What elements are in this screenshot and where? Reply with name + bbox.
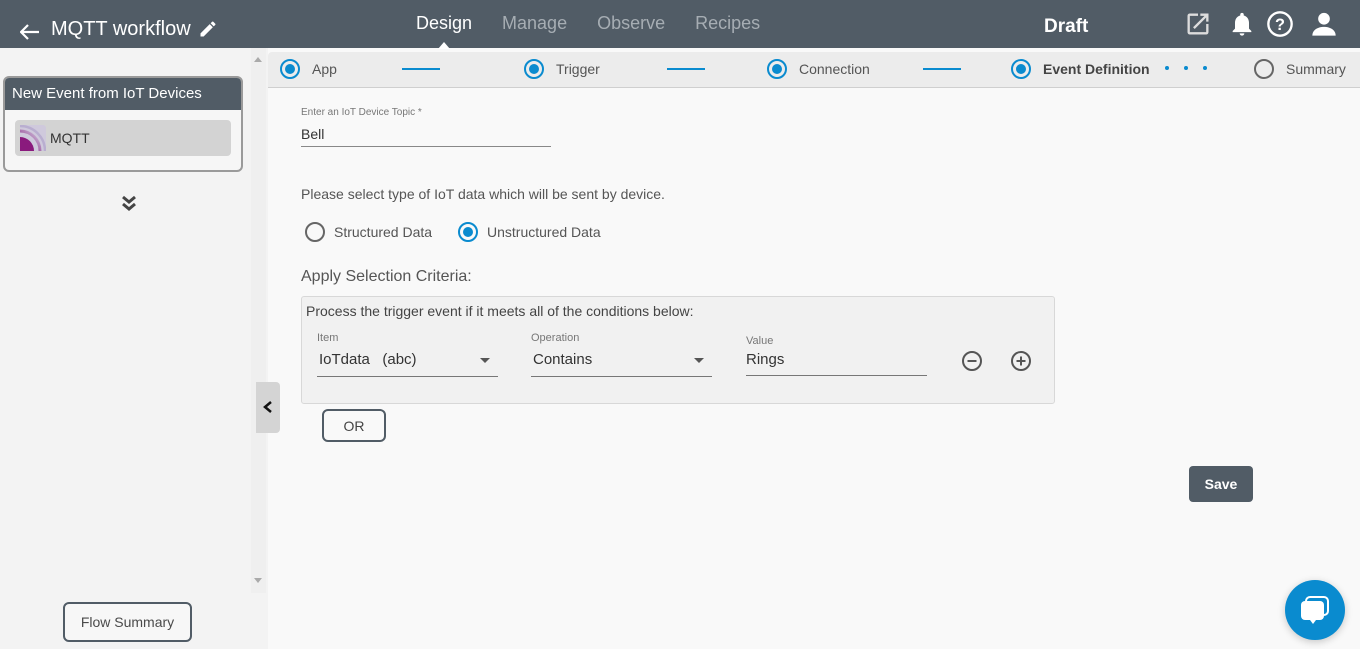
step-label: App (312, 61, 337, 77)
step-connector (402, 68, 440, 70)
nav-recipes[interactable]: Recipes (695, 13, 760, 34)
back-arrow-icon[interactable] (20, 24, 40, 40)
criteria-description: Process the trigger event if it meets al… (306, 303, 694, 319)
step-connection[interactable]: Connection (767, 59, 870, 79)
topic-field-label: Enter an IoT Device Topic * (301, 107, 422, 118)
operation-select-value: Contains (533, 351, 593, 368)
external-link-icon[interactable] (1184, 10, 1212, 38)
criteria-title: Apply Selection Criteria: (301, 268, 472, 285)
criteria-group: Process the trigger event if it meets al… (301, 296, 1055, 404)
sidebar-scrollbar[interactable] (251, 48, 266, 593)
step-done-icon (767, 59, 787, 79)
step-pending-connector (1165, 66, 1207, 70)
flow-summary-button[interactable]: Flow Summary (63, 602, 192, 642)
step-label: Trigger (556, 61, 600, 77)
data-type-prompt: Please select type of IoT data which wil… (301, 186, 665, 202)
step-pending-icon (1254, 59, 1274, 79)
svg-text:?: ? (1275, 16, 1285, 34)
top-bar: MQTT workflow Design Manage Observe Reci… (0, 0, 1360, 49)
bell-icon[interactable] (1228, 10, 1256, 38)
step-done-icon (524, 59, 544, 79)
trigger-card-title: New Event from IoT Devices (5, 78, 241, 110)
step-trigger[interactable]: Trigger (524, 59, 600, 79)
user-avatar-icon[interactable] (1310, 10, 1338, 38)
progress-stepper: App Trigger Connection Event Definition … (268, 52, 1360, 88)
remove-condition-icon[interactable] (961, 350, 983, 372)
value-input[interactable] (746, 344, 927, 376)
or-button[interactable]: OR (322, 409, 386, 442)
item-select-value: IoTdata (abc) (319, 351, 417, 368)
nav-design[interactable]: Design (416, 13, 472, 49)
caret-down-icon (694, 358, 704, 363)
radio-checked-icon (458, 222, 478, 242)
add-condition-icon[interactable] (1010, 350, 1032, 372)
step-connector (667, 68, 705, 70)
left-sidebar: New Event from IoT Devices MQTT (0, 48, 268, 649)
radio-unchecked-icon (305, 222, 325, 242)
step-label: Event Definition (1043, 61, 1150, 77)
scroll-down-icon[interactable] (254, 578, 262, 583)
step-summary[interactable]: Summary (1254, 59, 1346, 79)
mqtt-app-item[interactable]: MQTT (15, 120, 231, 156)
structured-data-radio[interactable]: Structured Data (305, 222, 432, 242)
step-label: Connection (799, 61, 870, 77)
status-label: Draft (1044, 16, 1089, 37)
save-button[interactable]: Save (1189, 466, 1253, 502)
step-event-definition[interactable]: Event Definition (1011, 59, 1150, 79)
radio-label: Structured Data (334, 224, 433, 240)
chevron-left-icon (263, 401, 272, 413)
radio-label: Unstructured Data (487, 224, 601, 240)
mqtt-app-label: MQTT (50, 130, 90, 146)
nav-observe[interactable]: Observe (597, 13, 665, 34)
step-current-icon (1011, 59, 1031, 79)
step-app[interactable]: App (280, 59, 337, 79)
item-select[interactable]: IoTdata (abc) (317, 345, 498, 377)
operation-select[interactable]: Contains (531, 345, 712, 377)
workflow-title: MQTT workflow (51, 18, 191, 40)
nav-manage[interactable]: Manage (502, 13, 567, 34)
scroll-up-icon[interactable] (254, 57, 262, 62)
unstructured-data-radio[interactable]: Unstructured Data (458, 222, 601, 242)
pencil-icon[interactable] (198, 19, 218, 39)
chevron-double-down-icon[interactable] (120, 194, 138, 214)
step-label: Summary (1286, 61, 1346, 77)
mqtt-logo-icon (20, 125, 46, 151)
item-label: Item (317, 332, 339, 344)
topic-input[interactable] (301, 122, 551, 147)
chat-button[interactable] (1285, 580, 1345, 640)
collapse-sidebar-button[interactable] (256, 382, 280, 433)
operation-label: Operation (531, 332, 580, 344)
help-icon[interactable]: ? (1266, 10, 1294, 38)
trigger-card: New Event from IoT Devices MQTT (3, 76, 243, 172)
step-done-icon (280, 59, 300, 79)
chat-bubbles-icon (1301, 596, 1329, 624)
main-nav: Design Manage Observe Recipes (416, 13, 790, 49)
caret-down-icon (480, 358, 490, 363)
step-connector (923, 68, 961, 70)
